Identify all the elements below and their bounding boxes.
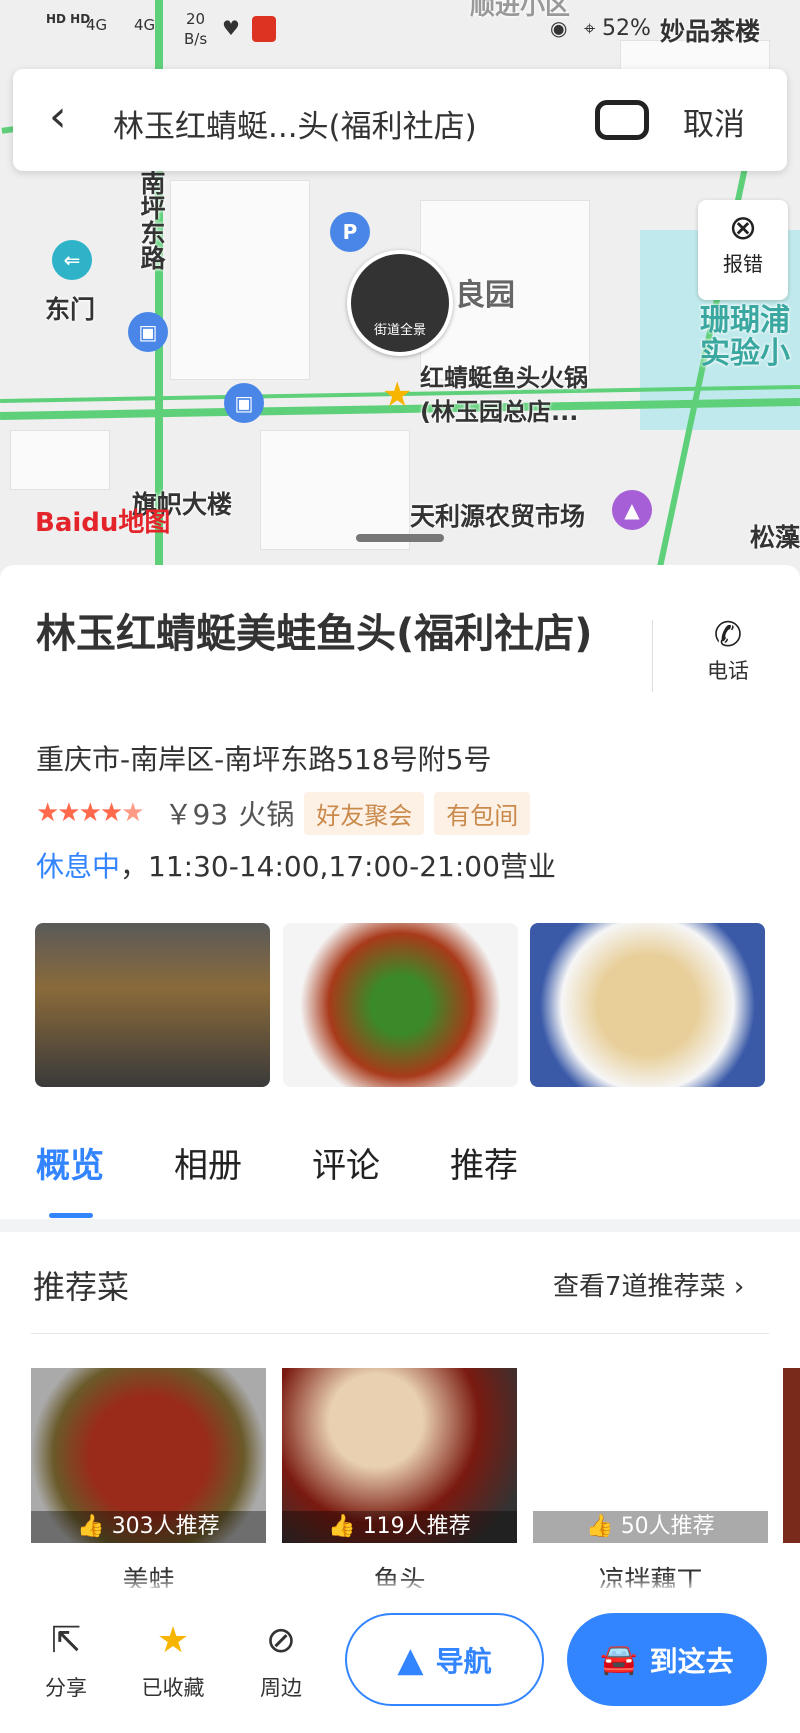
dishes-title: 推荐菜	[33, 1268, 130, 1306]
recommend-count: 👍 119人推荐	[282, 1511, 517, 1543]
search-header: ‹ 林玉红蜻蜓...头(福利社店) 取消	[13, 69, 787, 171]
hours: 休息中，11:30-14:00,17:00-21:00营业	[36, 850, 556, 883]
cancel-button[interactable]: 取消	[683, 99, 745, 144]
navigate-button[interactable]: ▲ 导航	[345, 1613, 544, 1706]
tab-reviews[interactable]: 评论	[312, 1138, 380, 1187]
map-label: 松藻	[750, 523, 800, 552]
tab-recommend[interactable]: 推荐	[450, 1138, 518, 1187]
section-separator	[0, 1219, 800, 1232]
report-error-button[interactable]: ⊗ 报错	[698, 200, 788, 300]
back-button[interactable]: ‹	[49, 91, 67, 142]
address: 重庆市-南岸区-南坪东路518号附5号	[36, 743, 492, 776]
active-tab-indicator	[49, 1213, 93, 1218]
map-label: 天利源农贸市场	[410, 502, 586, 531]
signal-icon: 4G	[134, 16, 156, 34]
divider	[31, 1333, 769, 1334]
go-here-button[interactable]: 🚘 到这去	[567, 1613, 767, 1706]
price: ￥93	[164, 798, 229, 831]
rating-stars: ★★★★★	[36, 798, 145, 828]
favorite-button[interactable]: 已收藏	[133, 1672, 213, 1702]
heart-icon: ♥	[222, 16, 240, 40]
street-view-thumbnail[interactable]: 街道全景	[347, 250, 453, 356]
map-label: 良园	[455, 278, 515, 313]
poi-star-marker-icon[interactable]: ★	[382, 375, 412, 415]
dish-card[interactable]	[783, 1368, 800, 1543]
map-pin-x-icon: ⊗	[728, 208, 758, 248]
signal-icon: 4G	[86, 16, 108, 34]
map-label: 红蜻蜓鱼头火锅	[420, 364, 588, 392]
baidu-map-logo: Baidu地图	[35, 508, 171, 538]
hd-icon: HD HD	[46, 12, 91, 26]
assistant-icon[interactable]	[595, 100, 649, 140]
recommend-count: 👍 50人推荐	[533, 1511, 768, 1543]
gate-icon: ⇐	[52, 240, 92, 280]
tab-album[interactable]: 相册	[174, 1138, 242, 1187]
location-icon: ⌖	[584, 16, 596, 40]
parking-icon: P	[330, 212, 370, 252]
tag: 有包间	[434, 791, 531, 835]
map-label: (林玉园总店...	[420, 398, 579, 426]
share-button[interactable]: 分享	[26, 1672, 106, 1702]
phone-button[interactable]: ✆ 电话	[690, 615, 766, 685]
dish-card[interactable]: 👍 50人推荐	[533, 1368, 768, 1543]
compass-icon[interactable]: ⊘	[241, 1620, 321, 1661]
mic-icon	[252, 16, 276, 42]
dish-card[interactable]: 👍 119人推荐	[282, 1368, 517, 1543]
status-bar: HD HD 4G 4G 20 B/s ♥ ◉ ⌖ 52%	[46, 10, 651, 48]
map-label: 实验小	[700, 336, 790, 371]
bus-stop-icon: ▣	[224, 383, 264, 423]
search-title[interactable]: 林玉红蜻蜓...头(福利社店)	[113, 101, 477, 146]
dish-card[interactable]: 👍 303人推荐	[31, 1368, 266, 1543]
nearby-button[interactable]: 周边	[241, 1672, 321, 1702]
star-icon[interactable]: ★	[133, 1620, 213, 1661]
map-label: 南坪东路	[137, 170, 166, 270]
photo-storefront[interactable]	[35, 923, 270, 1087]
tag: 好友聚会	[304, 791, 425, 835]
category: 火锅	[238, 798, 295, 831]
place-name: 林玉红蜻蜓美蛙鱼头(福利社店)	[36, 611, 593, 657]
photo-dish[interactable]	[530, 923, 765, 1087]
open-status: 休息中	[36, 850, 121, 883]
rating-row: ★★★★★ ￥93 火锅 好友聚会 有包间	[36, 791, 531, 835]
phone-icon: ✆	[713, 615, 743, 655]
chevron-right-icon: ›	[733, 1272, 745, 1302]
map-label: 东门	[45, 295, 96, 324]
share-icon[interactable]: ⇱	[26, 1620, 106, 1661]
recommend-count: 👍 303人推荐	[31, 1511, 266, 1543]
battery-level: 52%	[602, 16, 651, 41]
more-dishes-link[interactable]: 查看7道推荐菜 ›	[553, 1266, 744, 1303]
bus-stop-icon: ▣	[128, 312, 168, 352]
market-icon: ▲	[612, 490, 652, 530]
divider	[652, 620, 653, 692]
drag-handle[interactable]	[356, 534, 444, 542]
car-icon: 🚘	[600, 1642, 638, 1677]
navigation-arrow-icon: ▲	[397, 1639, 424, 1680]
tab-overview[interactable]: 概览	[36, 1138, 104, 1187]
eye-icon: ◉	[550, 16, 568, 40]
photo-dish[interactable]	[283, 923, 518, 1087]
